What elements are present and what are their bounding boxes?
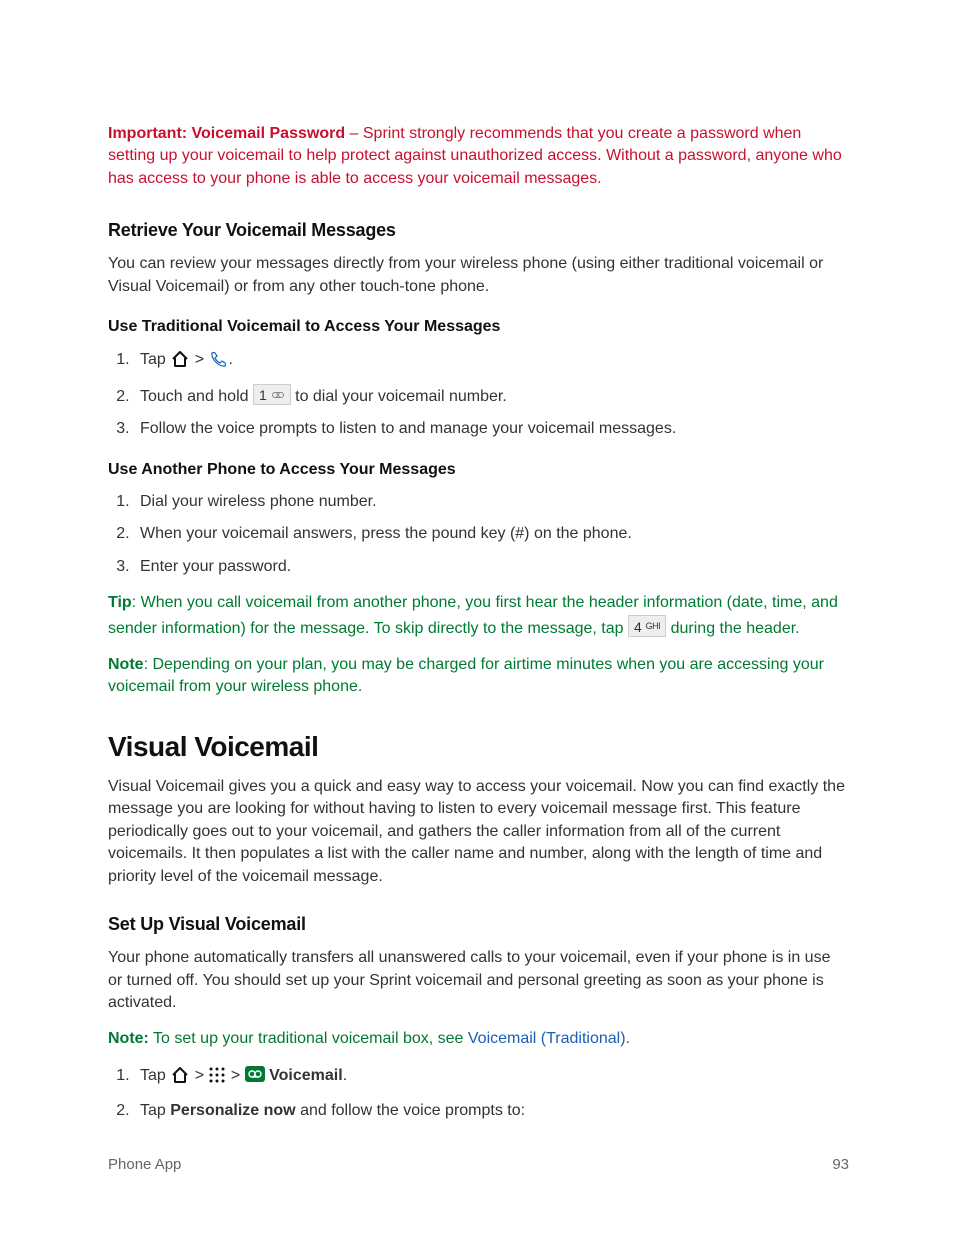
setup-intro: Your phone automatically transfers all u… bbox=[108, 947, 849, 1014]
note-traditional-link: Note: To set up your traditional voicema… bbox=[108, 1028, 849, 1050]
page-footer: Phone App 93 bbox=[108, 1154, 849, 1175]
retrieve-intro: You can review your messages directly fr… bbox=[108, 253, 849, 298]
list-item: Dial your wireless phone number. bbox=[134, 491, 849, 513]
tip-lead: Tip bbox=[108, 594, 132, 611]
note-lead: Note bbox=[108, 656, 144, 673]
personalize-now-label: Personalize now bbox=[170, 1102, 295, 1119]
list-item: Tap > . bbox=[134, 349, 849, 374]
key-number: 4 bbox=[634, 619, 642, 635]
page-number: 93 bbox=[832, 1154, 849, 1175]
note-airtime: Note: Depending on your plan, you may be… bbox=[108, 654, 849, 699]
tip-body-post: during the header. bbox=[666, 620, 799, 637]
step-text: Tap bbox=[140, 351, 170, 368]
note-lead: Note: bbox=[108, 1030, 149, 1047]
heading-visual-voicemail: Visual Voicemail bbox=[108, 727, 849, 766]
list-item: Tap Personalize now and follow the voice… bbox=[134, 1100, 849, 1122]
home-icon bbox=[171, 351, 189, 374]
step-text: > bbox=[190, 351, 208, 368]
heading-traditional: Use Traditional Voicemail to Access Your… bbox=[108, 316, 849, 338]
list-item: Tap > > Voicemail. bbox=[134, 1065, 849, 1090]
heading-other-phone: Use Another Phone to Access Your Message… bbox=[108, 459, 849, 481]
list-other-phone-steps: Dial your wireless phone number. When yo… bbox=[108, 491, 849, 578]
home-icon bbox=[171, 1067, 189, 1090]
step-text: . bbox=[343, 1067, 347, 1084]
phone-icon bbox=[209, 351, 227, 374]
list-traditional-steps: Tap > . Touch and hold 1 to dial your vo… bbox=[108, 349, 849, 441]
note-body: To set up your traditional voicemail box… bbox=[149, 1030, 468, 1047]
step-text: and follow the voice prompts to: bbox=[296, 1102, 525, 1119]
heading-retrieve: Retrieve Your Voicemail Messages bbox=[108, 218, 849, 243]
step-text: . bbox=[228, 351, 232, 368]
visual-intro: Visual Voicemail gives you a quick and e… bbox=[108, 776, 849, 888]
heading-setup-visual: Set Up Visual Voicemail bbox=[108, 912, 849, 937]
note-tail: . bbox=[626, 1030, 630, 1047]
list-item: When your voicemail answers, press the p… bbox=[134, 523, 849, 545]
dialpad-key-1-icon: 1 bbox=[253, 384, 291, 405]
apps-grid-icon bbox=[209, 1067, 225, 1090]
key-number: 1 bbox=[259, 387, 267, 403]
important-voicemail-password: Important: Voicemail Password – Sprint s… bbox=[108, 123, 849, 190]
tip-block: Tip: When you call voicemail from anothe… bbox=[108, 592, 849, 640]
step-text: to dial your voicemail number. bbox=[291, 388, 507, 405]
step-text: > bbox=[226, 1067, 244, 1084]
important-lead: Important: Voicemail Password bbox=[108, 125, 345, 142]
step-text: Tap bbox=[140, 1102, 170, 1119]
link-voicemail-traditional[interactable]: Voicemail (Traditional) bbox=[468, 1030, 626, 1047]
footer-section-label: Phone App bbox=[108, 1154, 181, 1175]
voicemail-app-icon bbox=[245, 1066, 265, 1082]
list-item: Follow the voice prompts to listen to an… bbox=[134, 418, 849, 440]
voicemail-label: Voicemail bbox=[265, 1067, 343, 1084]
key-letters: GHI bbox=[646, 621, 661, 631]
document-page: Important: Voicemail Password – Sprint s… bbox=[0, 0, 954, 1235]
note-body: : Depending on your plan, you may be cha… bbox=[108, 656, 824, 695]
list-item: Touch and hold 1 to dial your voicemail … bbox=[134, 384, 849, 408]
list-setup-steps: Tap > > Voicemail. Tap Personalize now a… bbox=[108, 1065, 849, 1123]
step-text: > bbox=[190, 1067, 208, 1084]
step-text: Touch and hold bbox=[140, 388, 253, 405]
list-item: Enter your password. bbox=[134, 556, 849, 578]
dialpad-key-4-icon: 4 GHI bbox=[628, 615, 666, 637]
step-text: Tap bbox=[140, 1067, 170, 1084]
